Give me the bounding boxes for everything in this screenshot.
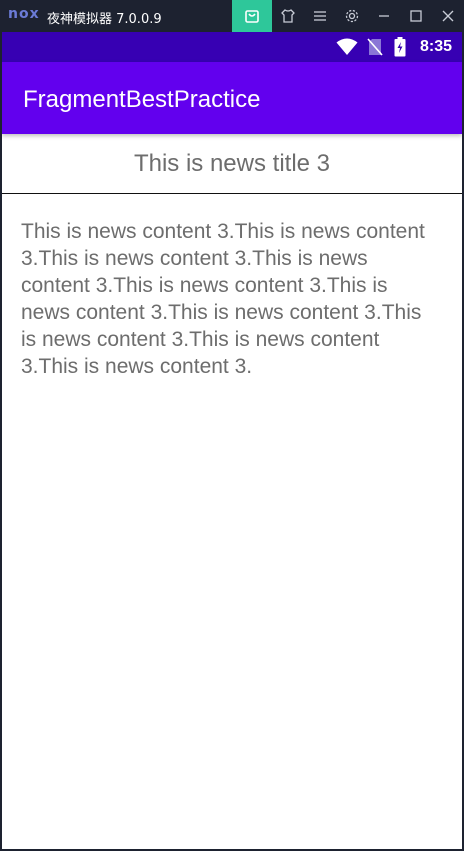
maximize-button[interactable] <box>400 0 432 32</box>
close-button[interactable] <box>432 0 464 32</box>
nox-logo: nox <box>8 6 40 22</box>
minimize-icon <box>379 15 389 17</box>
wifi-icon <box>336 38 358 55</box>
emulator-frame-left <box>0 32 2 851</box>
clock: 8:35 <box>419 38 452 55</box>
menu-icon <box>314 11 326 21</box>
app-title: FragmentBestPractice <box>23 86 261 113</box>
app-bar: FragmentBestPractice <box>2 62 462 134</box>
battery-charging-icon <box>394 37 406 57</box>
minimize-button[interactable] <box>368 0 400 32</box>
shop-button[interactable] <box>232 0 272 32</box>
settings-icon <box>345 9 359 23</box>
emulator-title: 夜神模拟器 7.0.0.9 <box>47 12 162 27</box>
shirt-icon <box>281 9 295 23</box>
theme-button[interactable] <box>272 0 304 32</box>
news-content: This is news content 3.This is news cont… <box>21 220 425 378</box>
news-title-container: This is news title 3 <box>2 134 462 194</box>
settings-button[interactable] <box>336 0 368 32</box>
news-title: This is news title 3 <box>133 149 331 177</box>
menu-button[interactable] <box>304 0 336 32</box>
close-icon <box>442 10 454 22</box>
status-bar: 8:35 <box>2 32 462 62</box>
shop-icon <box>245 10 259 23</box>
no-sim-icon <box>367 38 383 56</box>
maximize-icon <box>410 10 422 22</box>
emulator-title-bar: nox 夜神模拟器 7.0.0.9 <box>0 0 464 32</box>
